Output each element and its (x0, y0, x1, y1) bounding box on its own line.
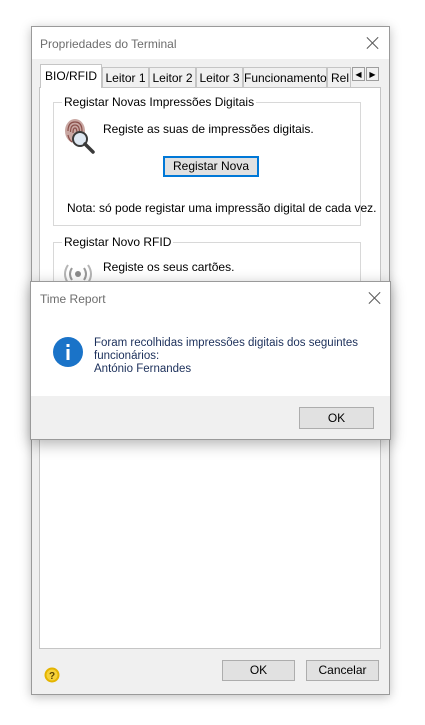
tab-scroll-right-button[interactable]: ▶ (366, 67, 379, 81)
dialog-title: Time Report (40, 292, 106, 306)
register-fingerprint-button[interactable]: Registar Nova (163, 156, 259, 177)
tab-bio-rfid[interactable]: BIO/RFID (40, 64, 102, 88)
fingerprint-note: Nota: só pode registar uma impressão dig… (67, 201, 377, 215)
fingerprint-description: Registe as suas de impressões digitais. (103, 122, 314, 136)
rfid-group-legend: Registar Novo RFID (62, 235, 174, 249)
tab-funcionamento[interactable]: Funcionamento (243, 67, 327, 87)
title-bar: Propriedades do Terminal (32, 27, 389, 59)
cancel-button[interactable]: Cancelar (306, 660, 379, 681)
ok-button[interactable]: OK (222, 660, 295, 681)
dialog-footer: OK (31, 396, 390, 439)
svg-text:?: ? (49, 671, 55, 682)
dialog-message: Foram recolhidas impressões digitais dos… (94, 337, 358, 376)
time-report-dialog: Time Report Foram recolhidas impressões … (30, 281, 391, 440)
dialog-message-line-1: Foram recolhidas impressões digitais dos… (94, 337, 358, 349)
dialog-message-line-3: António Fernandes (94, 363, 192, 375)
tab-rel[interactable]: Rel (327, 67, 351, 87)
tab-leitor-2[interactable]: Leitor 2 (149, 67, 196, 87)
window-title: Propriedades do Terminal (40, 37, 177, 51)
tab-leitor-1[interactable]: Leitor 1 (102, 67, 149, 87)
close-icon[interactable] (368, 291, 382, 305)
fingerprint-group-legend: Registar Novas Impressões Digitais (62, 95, 257, 109)
tab-scroll-left-button[interactable]: ◀ (352, 67, 365, 81)
help-icon[interactable]: ? (44, 667, 60, 683)
tab-leitor-3[interactable]: Leitor 3 (196, 67, 243, 87)
info-icon (53, 337, 83, 367)
close-icon[interactable] (366, 36, 380, 50)
rfid-description: Registe os seus cartões. (103, 260, 235, 274)
dialog-ok-button[interactable]: OK (299, 407, 374, 429)
dialog-message-line-2: funcionários: (94, 350, 160, 362)
fingerprint-icon (65, 119, 95, 154)
